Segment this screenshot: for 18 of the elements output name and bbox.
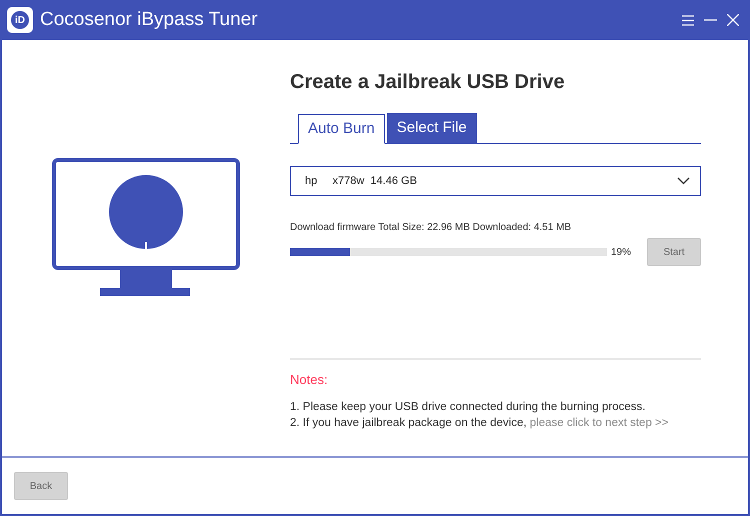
- next-step-link[interactable]: please click to next step >>: [530, 416, 668, 428]
- progress-percent: 19%: [611, 246, 632, 260]
- note-text: 1. Please keep your USB drive connected during the burning process.: [290, 400, 646, 414]
- logo-text: iD: [11, 11, 29, 29]
- monitor-icon: [52, 158, 240, 298]
- window-title: Cocosenor iBypass Tuner: [40, 8, 258, 32]
- chevron-down-icon: [677, 177, 690, 185]
- drive-select-value: hp x778w 14.46 GB: [305, 174, 417, 189]
- page-heading: Create a Jailbreak USB Drive: [290, 70, 566, 93]
- tab[interactable]: Auto Burn: [298, 114, 385, 144]
- download-status: Download firmware Total Size: 22.96 MB Downloaded: 4.51 MB: [290, 221, 572, 235]
- minimize-icon[interactable]: [704, 19, 717, 21]
- drive-select[interactable]: hp x778w 14.46 GB: [290, 166, 701, 196]
- close-icon[interactable]: [727, 14, 739, 26]
- menu-icon[interactable]: [682, 14, 694, 26]
- notes-title: Notes:: [290, 371, 329, 389]
- tab[interactable]: Select File: [386, 113, 477, 143]
- note-text: 2. If you have jailbreak package on the device, please click to next step >>: [290, 416, 670, 430]
